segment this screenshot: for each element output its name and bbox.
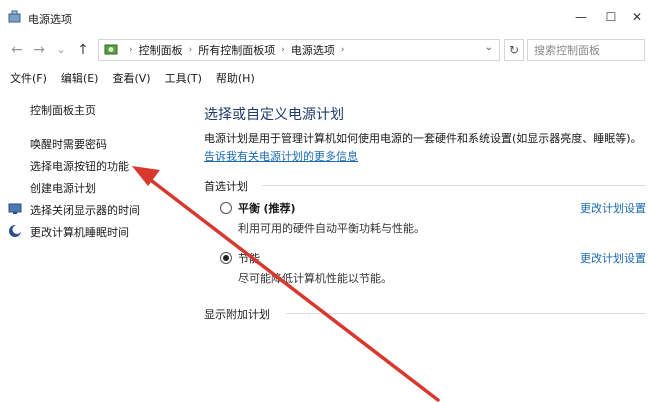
page-title: 选择或自定义电源计划 xyxy=(204,107,344,123)
moon-icon xyxy=(9,225,22,237)
breadcrumb-all-items[interactable]: 所有控制面板项 xyxy=(198,42,275,58)
address-bar[interactable]: › 控制面板 › 所有控制面板项 › 电源选项 › ⌄ xyxy=(98,39,500,61)
breadcrumb-control-panel[interactable]: 控制面板 xyxy=(139,42,183,58)
refresh-icon[interactable]: ↻ xyxy=(504,39,524,61)
plan-balanced-radio[interactable] xyxy=(220,202,232,214)
breadcrumb-separator[interactable]: › xyxy=(189,45,193,55)
plan-power-saver-radio[interactable] xyxy=(220,252,232,264)
menu-view[interactable]: 查看(V) xyxy=(112,70,150,86)
title-bar: 电源选项 — ☐ ✕ xyxy=(0,0,650,34)
more-info-link[interactable]: 告诉我有关电源计划的更多信息 xyxy=(204,148,358,164)
search-input[interactable] xyxy=(527,39,645,61)
maximize-button[interactable]: ☐ xyxy=(602,8,620,26)
monitor-icon xyxy=(8,203,22,214)
menu-help[interactable]: 帮助(H) xyxy=(216,70,255,86)
close-button[interactable]: ✕ xyxy=(628,8,646,26)
sidebar-item-wake-password[interactable]: 唤醒时需要密码 xyxy=(30,136,107,152)
preferred-plans-label: 首选计划 xyxy=(204,180,248,193)
sidebar-item-display-off[interactable]: 选择关闭显示器的时间 xyxy=(30,202,140,218)
control-panel-icon xyxy=(104,44,118,55)
section-divider xyxy=(262,185,646,186)
navigation-bar: ← → ⌄ ↑ › 控制面板 › 所有控制面板项 › 电源选项 › ⌄ ↻ xyxy=(0,36,650,64)
plan-power-saver-change-link[interactable]: 更改计划设置 xyxy=(580,250,646,266)
breadcrumb-separator: › xyxy=(129,45,133,55)
menu-file[interactable]: 文件(F) xyxy=(10,70,47,86)
plan-balanced-desc: 利用可用的硬件自动平衡功耗与性能。 xyxy=(238,222,425,235)
plan-power-saver-desc: 尽可能降低计算机性能以节能。 xyxy=(238,272,392,285)
menu-tools[interactable]: 工具(T) xyxy=(165,70,202,86)
forward-arrow-icon[interactable]: → xyxy=(30,41,48,59)
sidebar-item-create-plan[interactable]: 创建电源计划 xyxy=(30,180,96,196)
plan-balanced-name[interactable]: 平衡 (推荐) xyxy=(238,200,296,216)
address-dropdown-icon[interactable]: ⌄ xyxy=(485,42,493,53)
sidebar-home-link[interactable]: 控制面板主页 xyxy=(30,102,96,118)
breadcrumb-power-options[interactable]: 电源选项 xyxy=(291,42,335,58)
breadcrumb-separator[interactable]: › xyxy=(341,45,345,55)
plan-power-saver-name[interactable]: 节能 xyxy=(238,250,260,266)
additional-plans-label[interactable]: 显示附加计划 xyxy=(204,306,270,322)
up-arrow-icon[interactable]: ↑ xyxy=(74,41,92,59)
window-title: 电源选项 xyxy=(28,13,72,26)
menu-edit[interactable]: 编辑(E) xyxy=(61,70,99,86)
recent-locations-dropdown-icon[interactable]: ⌄ xyxy=(52,41,70,59)
power-options-icon xyxy=(8,10,21,23)
sidebar-item-sleep-time[interactable]: 更改计算机睡眠时间 xyxy=(30,224,129,240)
page-description: 电源计划是用于管理计算机如何使用电源的一套硬件和系统设置(如显示器亮度、睡眠等)… xyxy=(204,132,642,145)
plan-balanced-change-link[interactable]: 更改计划设置 xyxy=(580,200,646,216)
sidebar-item-power-button[interactable]: 选择电源按钮的功能 xyxy=(30,158,129,174)
minimize-button[interactable]: — xyxy=(572,8,590,26)
section-divider xyxy=(286,313,646,314)
breadcrumb-separator[interactable]: › xyxy=(281,45,285,55)
menu-bar: 文件(F) 编辑(E) 查看(V) 工具(T) 帮助(H) xyxy=(0,68,650,88)
back-arrow-icon[interactable]: ← xyxy=(8,41,26,59)
